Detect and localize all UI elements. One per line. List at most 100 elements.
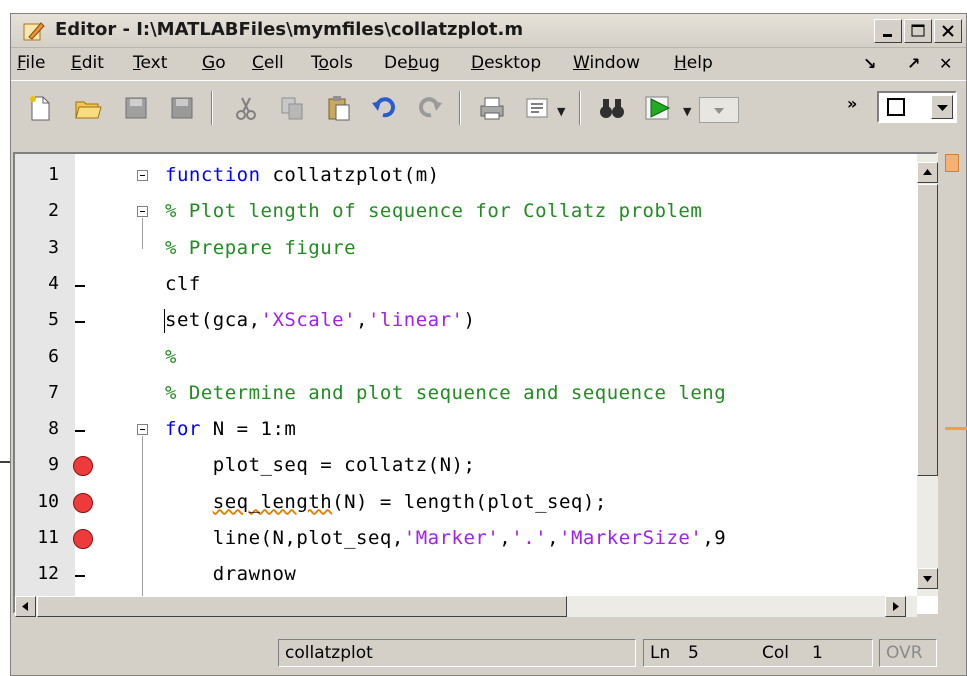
- find-button[interactable]: [597, 93, 627, 123]
- show-functions-button[interactable]: [523, 93, 553, 123]
- code-line[interactable]: for N = 1:m: [165, 418, 296, 440]
- code-line[interactable]: line(N,plot_seq,'Marker','.','MarkerSize…: [165, 527, 726, 549]
- minimize-button[interactable]: [874, 19, 902, 43]
- title-bar[interactable]: Editor - I:\MATLABFiles\mymfiles\collatz…: [11, 14, 966, 48]
- menu-window[interactable]: Window: [573, 53, 640, 73]
- redo-button[interactable]: [415, 93, 445, 123]
- save-all-button[interactable]: [167, 93, 197, 123]
- single-pane-icon: [887, 98, 905, 116]
- code-text: collatzplot(m): [260, 164, 440, 186]
- menu-cell[interactable]: Cell: [252, 53, 284, 73]
- minimize-icon: [883, 34, 892, 37]
- code-line[interactable]: clf: [165, 273, 201, 295]
- run-button[interactable]: [643, 93, 673, 123]
- chevron-down-icon: [937, 105, 948, 111]
- arrow-up-icon: [923, 169, 932, 175]
- editor-app-icon: [23, 22, 45, 41]
- vertical-scroll-thumb[interactable]: [917, 184, 938, 476]
- code-line[interactable]: % Prepare figure: [165, 237, 356, 259]
- run-dropdown-arrow[interactable]: ▼: [683, 105, 691, 118]
- save-button[interactable]: [121, 93, 151, 123]
- printer-icon: [480, 97, 504, 120]
- code-line[interactable]: % Plot length of sequence for Collatz pr…: [165, 200, 702, 222]
- menu-bar: File Edit Text Go Cell Tools Debug Deskt…: [11, 48, 966, 78]
- menu-desktop[interactable]: Desktop: [471, 53, 541, 73]
- breakpoint-icon[interactable]: [73, 456, 93, 477]
- code-line[interactable]: drawnow: [165, 563, 296, 585]
- code-line[interactable]: % Determine and plot sequence and sequen…: [165, 382, 726, 404]
- function-list-icon: [526, 98, 548, 118]
- horizontal-scroll-thumb[interactable]: [37, 596, 567, 617]
- stack-combo[interactable]: [699, 97, 739, 123]
- code-text: plot_seq = collatz(N);: [165, 454, 476, 477]
- copy-button[interactable]: [277, 93, 307, 123]
- code-keyword: function: [165, 164, 261, 186]
- executable-line-marker[interactable]: [75, 321, 85, 324]
- fold-toggle-icon[interactable]: [137, 424, 148, 436]
- fold-guide-line: [142, 218, 143, 249]
- scroll-up-button[interactable]: [917, 162, 938, 183]
- toolbar-overflow-icon[interactable]: »: [847, 94, 857, 113]
- menu-debug[interactable]: Debug: [384, 53, 440, 73]
- code-text: clf: [165, 272, 201, 295]
- code-text: seq_length: [212, 490, 333, 513]
- executable-line-marker[interactable]: [75, 284, 85, 287]
- new-file-button[interactable]: [25, 93, 55, 123]
- menu-tools[interactable]: Tools: [311, 53, 353, 73]
- line-number: 8: [48, 418, 59, 440]
- code-line[interactable]: %: [165, 346, 177, 368]
- menu-file[interactable]: File: [17, 53, 45, 73]
- arrow-down-icon: [923, 576, 932, 582]
- code-line[interactable]: set(gca,'XScale','linear'): [165, 309, 475, 331]
- code-string: 'Marker': [403, 527, 500, 549]
- undo-button[interactable]: [369, 93, 399, 123]
- code-comment: % Plot length of sequence for Collatz pr…: [165, 200, 703, 223]
- menu-text[interactable]: Text: [133, 53, 167, 73]
- fold-toggle-icon[interactable]: [137, 170, 148, 181]
- code-text: N = 1:m: [200, 418, 297, 441]
- mlint-warning-marker[interactable]: [945, 427, 967, 430]
- code-line[interactable]: function collatzplot(m): [165, 164, 440, 186]
- save-disk-icon: [125, 97, 147, 119]
- undo-icon: [372, 97, 395, 118]
- paste-button[interactable]: [323, 93, 353, 123]
- print-button[interactable]: [477, 93, 507, 123]
- executable-line-marker[interactable]: [75, 575, 85, 578]
- code-editor[interactable]: 1 2 3 4 5 6 7 8 9 10 11 12 function collatzplot(m)%…: [13, 152, 938, 617]
- maximize-button[interactable]: [904, 19, 932, 43]
- layout-dropdown-button[interactable]: [931, 95, 953, 119]
- close-document-icon[interactable]: ✕: [939, 54, 952, 73]
- functions-dropdown-arrow[interactable]: ▼: [557, 105, 565, 118]
- layout-selector[interactable]: [877, 91, 957, 123]
- code-keyword: for: [165, 418, 201, 441]
- arrow-right-icon: [893, 602, 899, 611]
- mlint-status-indicator[interactable]: [945, 154, 959, 172]
- close-icon: [942, 25, 954, 37]
- code-comment: %: [165, 345, 177, 368]
- undock-icon[interactable]: ↗: [907, 54, 920, 73]
- menu-go[interactable]: Go: [202, 53, 226, 73]
- open-file-button[interactable]: [73, 93, 103, 123]
- code-comment: % Prepare figure: [165, 236, 357, 259]
- menu-edit[interactable]: Edit: [71, 53, 104, 73]
- scroll-down-button[interactable]: [917, 568, 938, 589]
- breakpoint-icon[interactable]: [73, 492, 93, 513]
- fold-toggle-icon[interactable]: [137, 206, 148, 218]
- scroll-right-button[interactable]: [885, 596, 906, 617]
- line-number: 4: [48, 272, 59, 294]
- menu-help[interactable]: Help: [674, 53, 713, 73]
- executable-line-marker[interactable]: [75, 430, 85, 433]
- scroll-left-button[interactable]: [15, 596, 36, 617]
- new-file-icon: [30, 96, 50, 121]
- vertical-scrollbar[interactable]: [917, 154, 938, 596]
- breakpoint-icon[interactable]: [73, 529, 93, 549]
- code-text: set(gca,: [165, 309, 261, 332]
- cut-button[interactable]: [231, 93, 261, 123]
- close-button[interactable]: [934, 19, 962, 43]
- line-number: 1: [48, 164, 59, 185]
- horizontal-scrollbar[interactable]: [15, 596, 917, 617]
- dock-icon[interactable]: ↘: [863, 54, 876, 73]
- code-line[interactable]: seq_length(N) = length(plot_seq);: [165, 491, 607, 513]
- code-line[interactable]: plot_seq = collatz(N);: [165, 454, 475, 476]
- ln-value: 5: [688, 643, 699, 663]
